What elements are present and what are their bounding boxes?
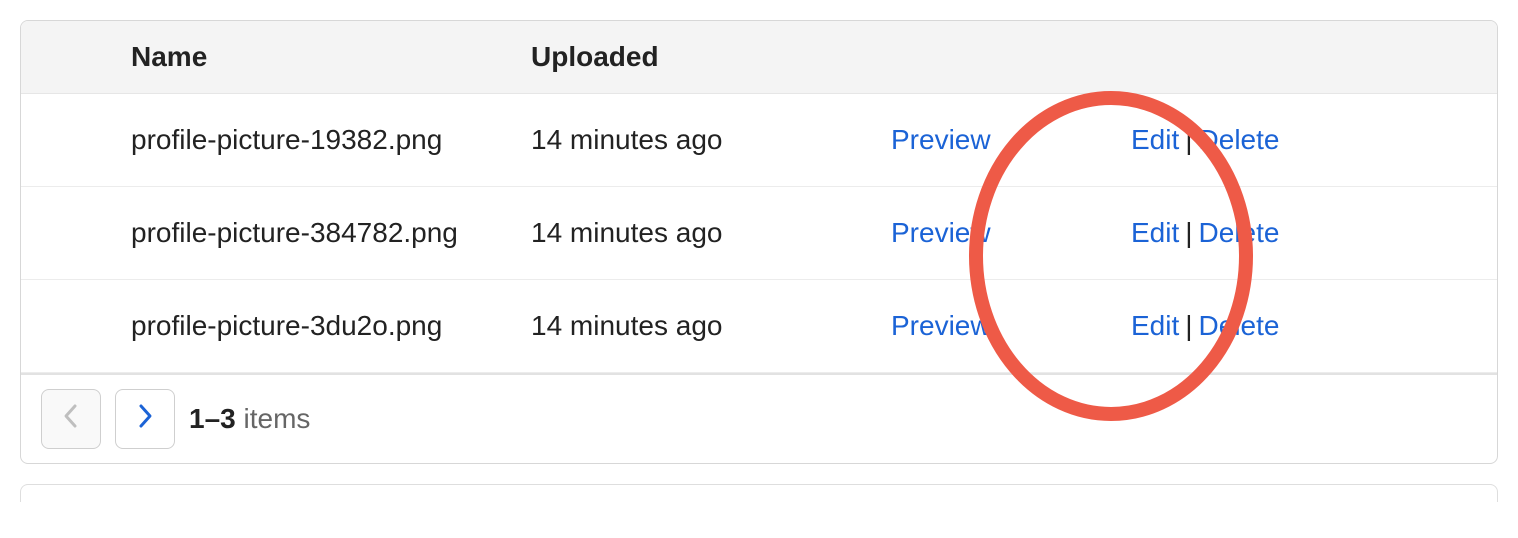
chevron-right-icon <box>135 402 155 437</box>
pagination-range: 1–3 <box>189 403 236 434</box>
action-separator: | <box>1179 124 1198 155</box>
cell-actions: Edit|Delete <box>1131 94 1497 187</box>
column-header-actions <box>1131 21 1497 94</box>
cell-name: profile-picture-3du2o.png <box>21 280 531 373</box>
chevron-left-icon <box>61 402 81 437</box>
cell-uploaded: 14 minutes ago <box>531 280 891 373</box>
cell-preview: Preview <box>891 280 1131 373</box>
column-header-preview <box>891 21 1131 94</box>
pager-next-button[interactable] <box>115 389 175 449</box>
action-separator: | <box>1179 310 1198 341</box>
delete-link[interactable]: Delete <box>1199 217 1280 248</box>
preview-link[interactable]: Preview <box>891 124 991 155</box>
delete-link[interactable]: Delete <box>1199 124 1280 155</box>
edit-link[interactable]: Edit <box>1131 310 1179 341</box>
column-header-uploaded: Uploaded <box>531 21 891 94</box>
cell-uploaded: 14 minutes ago <box>531 187 891 280</box>
cell-name: profile-picture-19382.png <box>21 94 531 187</box>
pager-prev-button[interactable] <box>41 389 101 449</box>
cell-actions: Edit|Delete <box>1131 280 1497 373</box>
table-row: profile-picture-384782.png 14 minutes ag… <box>21 187 1497 280</box>
files-table: Name Uploaded profile-picture-19382.png … <box>21 21 1497 373</box>
files-panel: Name Uploaded profile-picture-19382.png … <box>20 20 1498 464</box>
action-separator: | <box>1179 217 1198 248</box>
edit-link[interactable]: Edit <box>1131 217 1179 248</box>
cell-preview: Preview <box>891 187 1131 280</box>
cell-actions: Edit|Delete <box>1131 187 1497 280</box>
pagination-bar: 1–3 items <box>21 373 1497 463</box>
table-header-row: Name Uploaded <box>21 21 1497 94</box>
next-panel-peek <box>20 484 1498 502</box>
preview-link[interactable]: Preview <box>891 310 991 341</box>
pagination-items-label: items <box>236 403 311 434</box>
preview-link[interactable]: Preview <box>891 217 991 248</box>
table-row: profile-picture-3du2o.png 14 minutes ago… <box>21 280 1497 373</box>
table-row: profile-picture-19382.png 14 minutes ago… <box>21 94 1497 187</box>
cell-name: profile-picture-384782.png <box>21 187 531 280</box>
cell-uploaded: 14 minutes ago <box>531 94 891 187</box>
edit-link[interactable]: Edit <box>1131 124 1179 155</box>
delete-link[interactable]: Delete <box>1199 310 1280 341</box>
column-header-name: Name <box>21 21 531 94</box>
pagination-summary: 1–3 items <box>189 403 310 435</box>
cell-preview: Preview <box>891 94 1131 187</box>
